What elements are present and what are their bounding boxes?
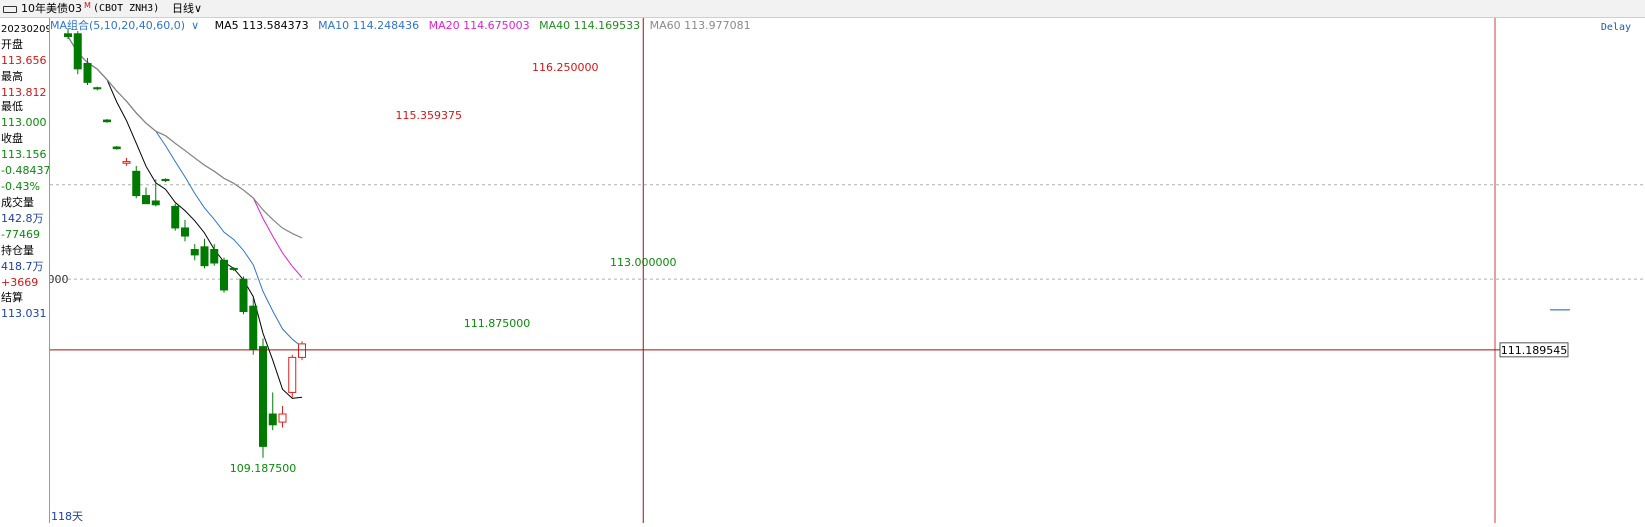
candle bbox=[161, 178, 170, 183]
settlement-label: 结算 bbox=[1, 291, 23, 304]
low-label: 最低 bbox=[1, 100, 23, 113]
period-label: 日线 bbox=[172, 2, 194, 15]
candle bbox=[83, 58, 92, 86]
open-interest-label: 持仓量 bbox=[1, 244, 34, 257]
candle bbox=[93, 86, 102, 91]
open-label: 开盘 bbox=[1, 38, 23, 51]
candle-body bbox=[229, 267, 238, 270]
days-count: 118天 bbox=[51, 510, 83, 523]
candle bbox=[190, 244, 199, 261]
high-label: 最高 bbox=[1, 70, 23, 83]
settlement-value: 113.031 bbox=[1, 307, 47, 320]
candle-body bbox=[73, 33, 82, 70]
bar-date: 20230209 bbox=[1, 24, 50, 35]
window-icon bbox=[3, 6, 17, 13]
high-value: 113.812 bbox=[1, 86, 47, 99]
low-value: 113.000 bbox=[1, 116, 47, 129]
title-bar: 10年美债03 M (CBOT ZNH3) 日线∨ bbox=[0, 0, 1645, 18]
volume-value: 142.8万 bbox=[1, 212, 44, 225]
candle bbox=[220, 257, 228, 293]
candle bbox=[171, 203, 180, 231]
candle-body bbox=[132, 170, 141, 197]
candle bbox=[288, 354, 297, 398]
open-interest-value: 418.7万 bbox=[1, 260, 44, 273]
price-annotations: 115.359375 116.250000 111.875000 109.187500… bbox=[230, 61, 677, 475]
candle bbox=[73, 31, 82, 75]
candle-body bbox=[93, 87, 102, 90]
candle bbox=[200, 238, 209, 269]
symbol-code: (CBOT ZNH3) bbox=[93, 3, 160, 14]
candle bbox=[64, 28, 72, 40]
candle bbox=[259, 338, 267, 458]
change-pct-value: -0.43% bbox=[1, 180, 40, 193]
candle-body bbox=[220, 259, 228, 291]
open-interest-change-value: +3669 bbox=[1, 276, 39, 289]
price-annotation: 111.875000 bbox=[464, 317, 530, 330]
candle bbox=[268, 392, 277, 431]
candle bbox=[132, 165, 141, 199]
ma60-line bbox=[67, 36, 303, 239]
candle bbox=[249, 298, 258, 355]
candle-body bbox=[83, 62, 92, 83]
candle-body bbox=[103, 119, 111, 123]
symbol-name: 10年美债03 bbox=[21, 2, 82, 15]
quote-info-panel: 20230209 开盘 113.656 最高 113.812 最低 113.00… bbox=[0, 18, 50, 523]
candle bbox=[103, 119, 111, 123]
price-chart[interactable]: 112.500000 115.359375 116.250000 111.87500… bbox=[50, 18, 1645, 523]
candle-body bbox=[181, 227, 189, 237]
price-annotation: 116.250000 bbox=[532, 61, 598, 74]
candle bbox=[239, 276, 248, 315]
candle-body bbox=[278, 413, 287, 423]
price-annotation: 115.359375 bbox=[396, 109, 462, 122]
volume-change-value: -77469 bbox=[1, 228, 40, 241]
candle bbox=[210, 244, 219, 266]
open-value: 113.656 bbox=[1, 54, 47, 67]
candle bbox=[278, 405, 287, 428]
candle-body bbox=[122, 161, 131, 164]
price-annotation: 109.187500 bbox=[230, 462, 296, 475]
volume-label: 成交量 bbox=[1, 196, 34, 209]
candle-body bbox=[64, 33, 72, 37]
candle-body bbox=[112, 146, 121, 150]
candle-body bbox=[288, 356, 297, 393]
candle-body bbox=[298, 343, 306, 358]
candle-body bbox=[151, 200, 160, 206]
ma5-line bbox=[67, 36, 303, 399]
candle bbox=[181, 219, 189, 242]
candle bbox=[112, 145, 121, 150]
candle-body bbox=[200, 246, 209, 267]
candle-body bbox=[171, 205, 180, 229]
cursor-price-label: 111.189545 bbox=[1501, 344, 1567, 357]
candle-body bbox=[142, 195, 150, 205]
candle-body bbox=[239, 278, 248, 313]
candlestick-series bbox=[64, 28, 306, 458]
candle bbox=[151, 179, 160, 207]
ma40-line bbox=[67, 36, 303, 239]
candle-body bbox=[249, 305, 258, 350]
ma10-line bbox=[67, 36, 303, 348]
chevron-down-icon: ∨ bbox=[194, 2, 203, 15]
close-label: 收盘 bbox=[1, 132, 23, 145]
candle-body bbox=[268, 413, 277, 426]
candle bbox=[122, 157, 131, 166]
delay-indicator: Delay bbox=[1600, 22, 1631, 33]
change-value: -0.48437 bbox=[1, 164, 50, 177]
candle-body bbox=[190, 249, 199, 256]
crosshair-cursor: 111.189545 bbox=[50, 18, 1570, 523]
candle-body bbox=[161, 178, 170, 181]
candle bbox=[298, 341, 306, 361]
candle-body bbox=[210, 249, 219, 264]
moving-average-lines bbox=[67, 36, 303, 399]
close-value: 113.156 bbox=[1, 148, 47, 161]
candle bbox=[229, 267, 238, 272]
period-selector[interactable]: 日线∨ bbox=[172, 0, 202, 17]
main-contract-marker: M bbox=[84, 1, 91, 10]
candle bbox=[142, 187, 150, 205]
candle-body bbox=[259, 346, 267, 447]
y-axis-tick-label: 112.500000 bbox=[50, 273, 68, 286]
grid-layer: 112.500000 bbox=[50, 18, 1645, 523]
